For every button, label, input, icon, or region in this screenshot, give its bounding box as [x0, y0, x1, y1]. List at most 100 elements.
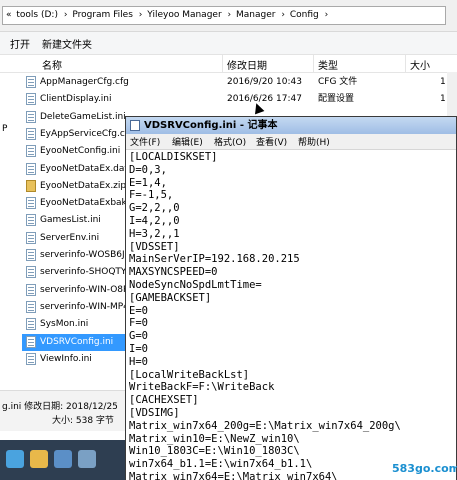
- notepad-line: G=2,2,,0: [129, 202, 180, 215]
- notepad-text-area[interactable]: [LOCALDISKSET] D=0,3, E=1,4, F=-1,5, G=2,2,,…: [126, 150, 456, 480]
- column-modified-header[interactable]: 修改日期: [227, 57, 267, 72]
- file-modified-date: 2016/6/26 17:47: [227, 94, 302, 105]
- column-divider[interactable]: [405, 55, 406, 72]
- file-type: 配置设置: [318, 94, 355, 105]
- notepad-line: Matrix_win10=E:\NewZ_win10\: [129, 432, 300, 445]
- file-name: serverinfo-WIN-MP4: [40, 301, 129, 312]
- file-row[interactable]: ClientDisplay.ini2016/6/26 17:47配置设置1 K: [22, 91, 457, 108]
- chevron-right-icon[interactable]: ›: [325, 7, 329, 24]
- folder-icon[interactable]: [30, 450, 48, 468]
- menu-file[interactable]: 文件(F): [130, 135, 160, 148]
- column-header-row: 名称 修改日期 类型 大小: [0, 55, 457, 73]
- notepad-line: [GAMEBACKSET]: [129, 291, 212, 304]
- notepad-line: [CACHEXSET]: [129, 394, 199, 407]
- column-divider[interactable]: [313, 55, 314, 72]
- app-icon[interactable]: [54, 450, 72, 468]
- column-size-header[interactable]: 大小: [410, 57, 430, 72]
- notepad-line: NodeSyncNoSpdLmtTime=: [129, 279, 262, 291]
- breadcrumb-config[interactable]: Config: [290, 10, 319, 20]
- file-icon: [26, 145, 36, 158]
- taskbar: [0, 440, 125, 480]
- file-icon: [26, 214, 36, 227]
- notepad-line: [VDSIMG]: [129, 407, 180, 419]
- file-icon: [26, 249, 36, 261]
- chevron-right-icon[interactable]: ›: [281, 7, 285, 24]
- address-field[interactable]: « tools (D:) › Program Files › Yileyoo M…: [2, 6, 446, 25]
- breadcrumb-manager[interactable]: Manager: [236, 10, 275, 20]
- notepad-line: G=0: [129, 330, 148, 343]
- chevron-right-icon[interactable]: ›: [64, 7, 68, 24]
- file-icon: [26, 127, 36, 140]
- file-name: ServerEnv.ini: [40, 232, 100, 243]
- file-icon: [26, 76, 36, 88]
- menu-view[interactable]: 查看(V): [256, 135, 287, 148]
- file-name: EyooNetDataEx.zip: [40, 180, 127, 191]
- file-icon: [26, 197, 36, 210]
- chevron-right-icon[interactable]: ›: [228, 7, 232, 24]
- notepad-menubar: 文件(F) 编辑(E) 格式(O) 查看(V) 帮助(H): [126, 134, 456, 150]
- notepad-title: VDSRVConfig.ini - 记事本: [144, 120, 278, 131]
- notepad-line: [VDSSET]: [129, 240, 180, 253]
- file-name: serverinfo-SHOQTYZ: [40, 267, 133, 278]
- notepad-line: E=0: [129, 304, 148, 317]
- breadcrumb-yileyoo-manager[interactable]: Yileyoo Manager: [147, 10, 221, 20]
- notepad-titlebar[interactable]: VDSRVConfig.ini - 记事本: [126, 117, 456, 134]
- menu-format[interactable]: 格式(O): [214, 135, 246, 148]
- file-icon: [26, 93, 36, 106]
- notepad-line: D=0,3,: [129, 163, 167, 176]
- notepad-line: [LOCALDISKSET]: [129, 151, 218, 163]
- notepad-icon: [130, 120, 140, 131]
- column-type-header[interactable]: 类型: [318, 57, 338, 72]
- column-name-header[interactable]: 名称: [42, 57, 62, 72]
- breadcrumb-program-files[interactable]: Program Files: [72, 10, 133, 20]
- menu-help[interactable]: 帮助(H): [298, 135, 330, 148]
- start-icon[interactable]: [6, 450, 24, 468]
- details-pane: g.ini 修改日期: 2018/12/25 大小: 538 字节: [0, 390, 135, 431]
- file-icon: [26, 335, 36, 348]
- file-icon: [26, 110, 36, 123]
- notepad-line: H=0: [129, 355, 148, 368]
- file-modified-date: 2016/9/20 10:43: [227, 77, 302, 87]
- file-name: VDSRVConfig.ini: [40, 336, 114, 347]
- details-modified-text: g.ini 修改日期: 2018/12/25: [2, 402, 118, 412]
- file-icon: [26, 162, 36, 175]
- file-icon: [26, 318, 36, 331]
- file-name: GamesList.ini: [40, 215, 101, 226]
- notepad-line: F=0: [129, 317, 148, 330]
- nav-item-label[interactable]: P: [2, 124, 7, 134]
- file-name: EyAppServiceCfg.cfg: [40, 128, 134, 139]
- chevron-left-icon[interactable]: «: [6, 7, 12, 24]
- notepad-line: [LocalWriteBackLst]: [129, 368, 250, 381]
- navigation-pane: P: [0, 74, 22, 390]
- watermark: 583go.com: [392, 462, 457, 475]
- new-folder-button[interactable]: 新建文件夹: [42, 36, 92, 51]
- notepad-line: win7x64_b1.1=E:\win7x64_b1.1\: [129, 458, 313, 471]
- notepad-line: I=4,2,,0: [129, 215, 180, 227]
- notepad-line: MainSerVerIP=192.168.20.215: [129, 253, 300, 266]
- menu-edit[interactable]: 编辑(E): [172, 135, 203, 148]
- column-divider[interactable]: [222, 55, 223, 72]
- file-name: ViewInfo.ini: [40, 353, 92, 364]
- notepad-line: Matrix_win7x64=E:\Matrix_win7x64\: [129, 471, 338, 480]
- file-name: EyooNetConfig.ini: [40, 146, 121, 157]
- notepad-line: Matrix_win7x64_200g=E:\Matrix_win7x64_20…: [129, 419, 401, 432]
- notepad-line: F=-1,5,: [129, 189, 174, 202]
- file-icon: [26, 300, 36, 313]
- notepad-line: Win10_1803C=E:\Win10_1803C\: [129, 445, 300, 458]
- notepad-line: I=0: [129, 343, 148, 355]
- breadcrumb-drive[interactable]: tools (D:): [16, 10, 58, 20]
- file-name: serverinfo-WOSB6J9: [40, 250, 131, 260]
- notepad-line: E=1,4,: [129, 176, 167, 189]
- file-name: EyooNetDataEx.dat: [40, 163, 128, 174]
- open-button[interactable]: 打开: [10, 36, 30, 51]
- notepad-line: MAXSYNCSPEED=0: [129, 266, 218, 279]
- file-icon: [26, 352, 36, 365]
- file-name: SysMon.ini: [40, 319, 89, 330]
- file-name: serverinfo-WIN-O8P: [40, 284, 129, 295]
- chevron-right-icon[interactable]: ›: [139, 7, 143, 24]
- command-bar: 打开 新建文件夹: [0, 32, 457, 55]
- file-name: AppManagerCfg.cfg: [40, 77, 129, 87]
- app-icon[interactable]: [78, 450, 96, 468]
- file-row[interactable]: AppManagerCfg.cfg 2016/9/20 10:43 CFG 文件 1 …: [22, 74, 457, 91]
- file-name: ClientDisplay.ini: [40, 94, 112, 105]
